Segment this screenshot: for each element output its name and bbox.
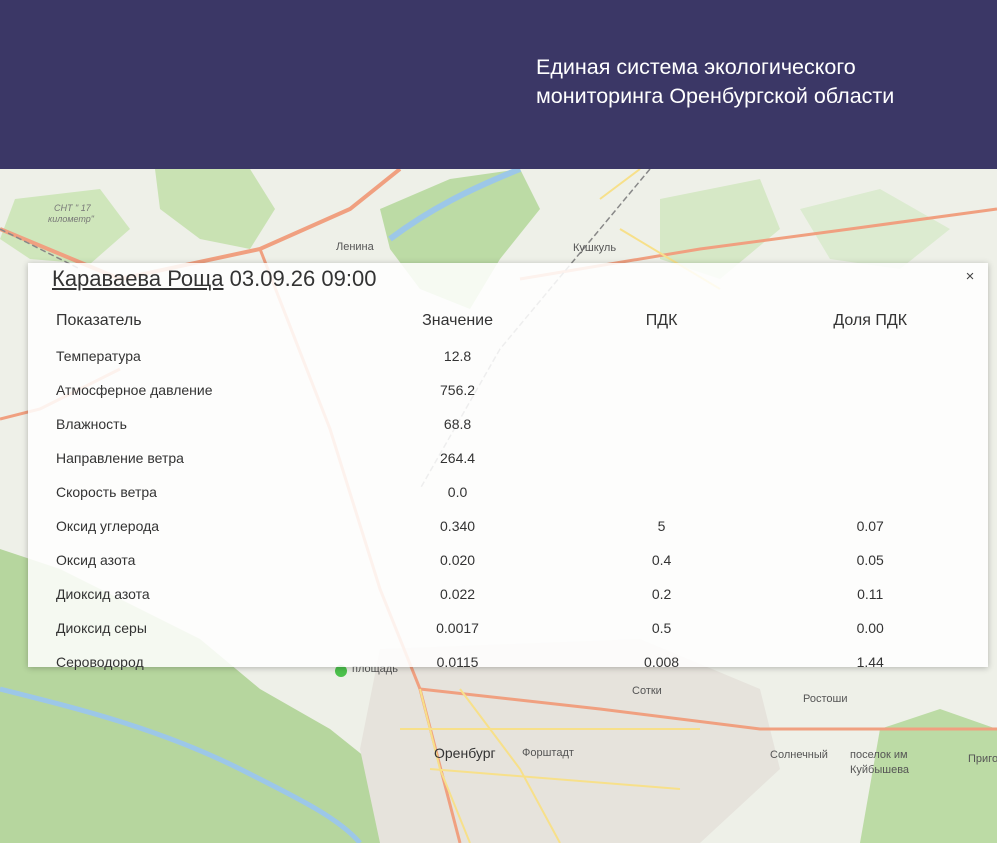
cell-pdk: 0.5 (651, 620, 672, 636)
measurements-table: Показатель Значение ПДК Доля ПДК Темпера… (50, 303, 950, 679)
cell-indicator: Направление ветра (56, 450, 184, 466)
cell-indicator: Диоксид азота (56, 586, 150, 602)
cell-pdk-share: 0.07 (856, 518, 884, 534)
cell-indicator: Атмосферное давление (56, 382, 213, 398)
site-title: Единая система экологического мониторинг… (536, 53, 976, 111)
cell-pdk: 0.008 (644, 654, 680, 670)
map-label-kuibysheva-line1: поселок им (850, 749, 908, 761)
station-datetime: 03.09.26 09:00 (229, 266, 377, 291)
cell-value: 0.022 (440, 586, 476, 602)
site-title-line2: мониторинга Оренбургской области (536, 84, 895, 108)
map-label-snt17-line2: километр" (48, 214, 95, 224)
table-row: Диоксид азота 0.022 0.2 0.11 (50, 577, 950, 611)
cell-pdk (533, 373, 791, 407)
table-row: Скорость ветра 0.0 (50, 475, 950, 509)
cell-pdk-share: 0.00 (856, 620, 884, 636)
cell-value: 68.8 (443, 416, 472, 432)
map-label-kuibysheva-line2: Куйбышева (850, 764, 910, 776)
map-label-orenburg: Оренбург (434, 745, 496, 761)
table-row: Температура 12.8 (50, 339, 950, 373)
table-row: Сероводород 0.0115 0.008 1.44 (50, 645, 950, 679)
cell-indicator: Температура (56, 348, 141, 364)
table-row: Оксид азота 0.020 0.4 0.05 (50, 543, 950, 577)
cell-pdk-share: 0.05 (856, 552, 884, 568)
map-label-sotki: Сотки (632, 685, 662, 697)
cell-pdk-share: 0.11 (857, 586, 884, 602)
popup-header: Караваева Роща 03.09.26 09:00 (52, 266, 376, 292)
cell-value: 12.8 (443, 348, 472, 364)
cell-pdk-share: 1.44 (856, 654, 884, 670)
cell-value: 0.340 (440, 518, 476, 534)
close-icon[interactable]: × (962, 269, 978, 285)
col-header-pdk-share: Доля ПДК (833, 312, 908, 329)
map-label-rostoshi: Ростоши (803, 693, 848, 705)
map-label-prigo: Приго (968, 753, 997, 765)
table-row: Влажность 68.8 (50, 407, 950, 441)
table-header-row: Показатель Значение ПДК Доля ПДК (50, 303, 950, 339)
cell-indicator: Скорость ветра (56, 484, 157, 500)
cell-pdk-share (790, 373, 950, 407)
cell-value: 0.0 (447, 484, 468, 500)
cell-pdk-share (790, 475, 950, 509)
col-header-indicator: Показатель (56, 312, 142, 329)
site-title-line1: Единая система экологического (536, 55, 856, 79)
cell-pdk (533, 441, 791, 475)
map-label-lenina: Ленина (336, 241, 374, 253)
table-row: Направление ветра 264.4 (50, 441, 950, 475)
cell-value: 756.2 (440, 382, 476, 398)
cell-value: 0.0017 (436, 620, 479, 636)
cell-pdk: 5 (657, 518, 666, 534)
cell-pdk: 0.4 (651, 552, 672, 568)
cell-value: 0.0115 (436, 654, 479, 670)
col-header-value: Значение (422, 312, 494, 329)
map-label-snt17-line1: СНТ " 17 (54, 203, 91, 213)
cell-pdk-share (790, 339, 950, 373)
cell-indicator: Оксид азота (56, 552, 136, 568)
station-name-link[interactable]: Караваева Роща (52, 266, 224, 291)
table-row: Диоксид серы 0.0017 0.5 0.00 (50, 611, 950, 645)
cell-pdk-share (790, 441, 950, 475)
cell-pdk (533, 407, 791, 441)
site-header: Единая система экологического мониторинг… (0, 0, 997, 169)
cell-indicator: Оксид углерода (56, 518, 160, 534)
map-label-solnechny: Солнечный (770, 749, 828, 761)
cell-indicator: Влажность (56, 416, 127, 432)
map-label-kushkul: Кушкуль (573, 242, 617, 254)
col-header-pdk: ПДК (645, 312, 678, 329)
map-label-forshtadt: Форштадт (522, 747, 574, 759)
cell-value: 264.4 (440, 450, 476, 466)
cell-pdk (533, 475, 791, 509)
table-row: Атмосферное давление 756.2 (50, 373, 950, 407)
cell-value: 0.020 (440, 552, 476, 568)
cell-indicator: Сероводород (56, 654, 144, 670)
cell-pdk (533, 339, 791, 373)
cell-indicator: Диоксид серы (56, 620, 147, 636)
station-popup: Караваева Роща 03.09.26 09:00 × Показате… (28, 263, 988, 670)
cell-pdk: 0.2 (651, 586, 672, 602)
table-row: Оксид углерода 0.340 5 0.07 (50, 509, 950, 543)
cell-pdk-share (790, 407, 950, 441)
